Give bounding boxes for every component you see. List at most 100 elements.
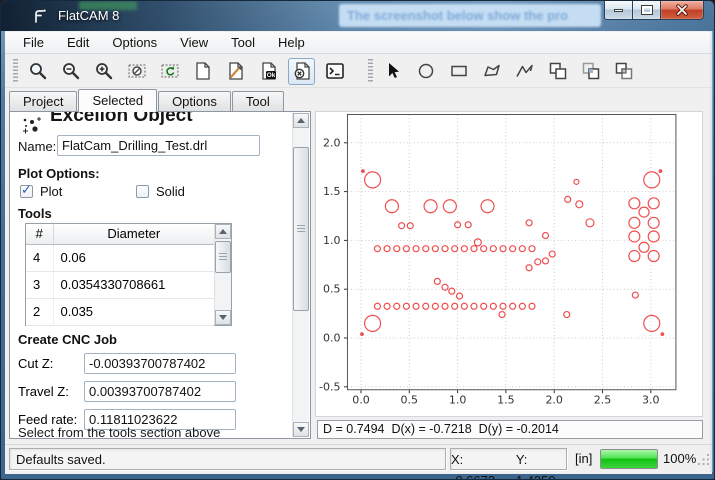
object-name-input[interactable] [57, 135, 260, 156]
maximize-icon [642, 6, 652, 14]
tools-label: Tools [18, 206, 52, 221]
title-bar[interactable]: The screenshot below show the pro FlatCA… [1, 1, 714, 31]
toolbar-draw [379, 58, 643, 85]
zoom-in-icon[interactable] [90, 58, 117, 85]
menu-options[interactable]: Options [102, 32, 167, 53]
resize-grip[interactable] [698, 453, 710, 471]
close-icon [675, 4, 689, 16]
client-area: FileEditOptionsViewToolHelp Ok ProjectSe… [5, 31, 712, 474]
svg-text:1.5: 1.5 [323, 185, 341, 198]
svg-text:0.5: 0.5 [401, 394, 419, 407]
tool-cell[interactable]: 3 [26, 271, 53, 298]
plot-panel[interactable]: 0.00.51.01.52.02.53.0-0.50.00.51.01.52.0 [315, 111, 703, 417]
scroll-down-button[interactable] [215, 310, 231, 325]
intersection-icon[interactable] [577, 58, 604, 85]
tool-row[interactable]: 40.06 [26, 244, 214, 271]
draw-rectangle-icon[interactable] [445, 58, 472, 85]
panel-scrollbar-thumb[interactable] [293, 147, 309, 311]
travel-z-input[interactable] [84, 381, 236, 402]
update-object-icon[interactable]: Ok [255, 58, 282, 85]
svg-text:Ok: Ok [266, 72, 275, 79]
plot-checkbox-label: Plot [40, 184, 62, 199]
zoom-fit-icon[interactable] [24, 58, 51, 85]
tab-selected[interactable]: Selected [78, 89, 157, 112]
replot-icon[interactable] [156, 58, 183, 85]
maximize-button[interactable] [633, 1, 661, 20]
arrow-up-icon [297, 118, 305, 123]
panel-scroll-down-button[interactable] [293, 422, 309, 437]
svg-text:0.5: 0.5 [323, 283, 341, 296]
tool-cell[interactable]: 4 [26, 244, 53, 271]
cut-z-label: Cut Z: [18, 356, 84, 371]
menu-file[interactable]: File [13, 32, 54, 53]
toolbar-drag-handle[interactable] [13, 59, 18, 83]
tool-cell[interactable]: 0.0354330708661 [53, 271, 214, 298]
union-icon[interactable] [544, 58, 571, 85]
tool-cell[interactable]: 0.035 [53, 298, 214, 325]
background-bleed-text: The screenshot below show the pro [339, 4, 601, 27]
menu-edit[interactable]: Edit [57, 32, 99, 53]
edit-object-icon[interactable] [222, 58, 249, 85]
shell-icon[interactable] [321, 58, 348, 85]
zoom-out-icon[interactable] [57, 58, 84, 85]
toolbar: Ok [5, 55, 712, 88]
subtract-icon[interactable] [610, 58, 637, 85]
tools-table-header-row: #Diameter [26, 224, 214, 244]
svg-text:2.5: 2.5 [594, 394, 612, 407]
tool-row[interactable]: 30.0354330708661 [26, 271, 214, 298]
menu-help[interactable]: Help [268, 32, 315, 53]
plot-canvas[interactable]: 0.00.51.01.52.02.53.0-0.50.00.51.01.52.0 [316, 112, 702, 416]
menu-tool[interactable]: Tool [221, 32, 265, 53]
draw-circle-icon[interactable] [412, 58, 439, 85]
tools-table-header-num[interactable]: # [26, 224, 53, 244]
cnc-fields: Cut Z:Travel Z:Feed rate: [18, 349, 236, 433]
tab-tool[interactable]: Tool [232, 91, 284, 111]
svg-text:1.0: 1.0 [449, 394, 467, 407]
cut-z-input[interactable] [84, 353, 236, 374]
toolbar-main: Ok [24, 58, 354, 85]
window-title: FlatCAM 8 [58, 8, 119, 23]
toolbar-drag-handle-2[interactable] [368, 59, 373, 83]
flatcam-logo-icon [32, 8, 48, 29]
window-controls [604, 1, 704, 20]
close-button[interactable] [661, 1, 704, 20]
tab-project[interactable]: Project [9, 91, 77, 111]
select-icon[interactable] [379, 58, 406, 85]
tab-options[interactable]: Options [158, 91, 231, 111]
tools-table-body: 40.0630.035433070866120.035 [26, 244, 214, 325]
new-file-icon[interactable] [189, 58, 216, 85]
minimize-button[interactable] [604, 1, 633, 20]
svg-text:1.5: 1.5 [497, 394, 515, 407]
tools-hint: Select from the tools section above [18, 425, 220, 439]
arrow-up-icon [219, 229, 227, 234]
x-coordinate: X: -0.6672 [451, 449, 506, 469]
excellon-object-icon [20, 115, 44, 142]
draw-polyline-icon[interactable] [511, 58, 538, 85]
menu-view[interactable]: View [170, 32, 218, 53]
svg-text:3.0: 3.0 [642, 394, 660, 407]
tool-cell[interactable]: 0.06 [53, 244, 214, 271]
svg-text:0.0: 0.0 [323, 332, 341, 345]
clear-plot-icon[interactable] [123, 58, 150, 85]
svg-text:2.0: 2.0 [323, 136, 341, 149]
tools-table-header-diameter[interactable]: Diameter [53, 224, 214, 244]
cnc-section-title: Create CNC Job [18, 332, 117, 347]
tool-cell[interactable]: 2 [26, 298, 53, 325]
name-label: Name: [18, 139, 56, 154]
delete-object-icon[interactable] [288, 58, 315, 85]
scroll-up-button[interactable] [215, 224, 231, 239]
solid-checkbox[interactable] [136, 185, 149, 198]
draw-polygon-icon[interactable] [478, 58, 505, 85]
svg-text:0.0: 0.0 [352, 394, 370, 407]
thumb-grip-icon [297, 225, 305, 233]
table-scrollbar[interactable] [214, 224, 231, 325]
panel-scroll-up-button[interactable] [293, 113, 309, 128]
table-scrollbar-thumb[interactable] [215, 241, 231, 273]
app-window: The screenshot below show the pro FlatCA… [0, 0, 715, 480]
tool-row[interactable]: 20.035 [26, 298, 214, 325]
panel-scrollbar[interactable] [292, 113, 309, 437]
progress-fill [601, 450, 657, 468]
svg-text:1.0: 1.0 [323, 234, 341, 247]
plot-checkbox[interactable] [20, 185, 33, 198]
thumb-grip-icon [219, 253, 227, 261]
